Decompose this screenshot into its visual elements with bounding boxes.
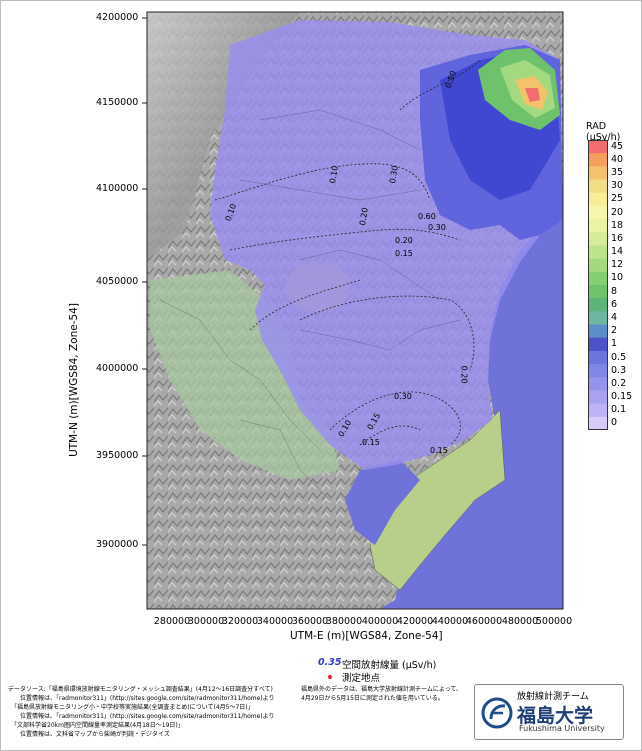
y-tick-label: 4100000 xyxy=(96,183,139,194)
legend-swatch xyxy=(588,179,608,194)
y-tick-label: 3950000 xyxy=(96,450,139,461)
x-tick-label: 500000 xyxy=(535,616,573,627)
legend-level-label: 8 xyxy=(611,285,618,297)
legend-swatch xyxy=(588,324,608,339)
legend-level-label: 14 xyxy=(611,246,624,258)
legend-swatch xyxy=(588,140,608,154)
legend-swatch xyxy=(588,245,608,260)
contour-label: 0.30 xyxy=(394,392,412,401)
x-tick-label: 420000 xyxy=(396,616,434,627)
x-tick-label: 380000 xyxy=(325,616,363,627)
legend-level-label: 1 xyxy=(611,338,618,350)
legend-level-label: 18 xyxy=(611,219,624,231)
contour-label: 0.15 xyxy=(395,249,413,258)
data-source-note: データソース:「福島県環境放射線モニタリング・メッシュ調査結果」(4月12〜16… xyxy=(8,686,275,738)
legend-level-label: 12 xyxy=(611,259,624,271)
university-emblem xyxy=(481,697,513,729)
legend-swatch xyxy=(588,403,608,418)
legend-level-label: 0.1 xyxy=(611,404,627,416)
legend-swatch xyxy=(588,271,608,286)
legend-level-label: 0.3 xyxy=(611,364,627,376)
legend-swatch xyxy=(588,364,608,378)
legend-swatch xyxy=(588,232,608,246)
contour-label: 0.15 xyxy=(362,438,380,447)
legend-swatch xyxy=(588,350,608,365)
measurement-point-marker xyxy=(328,675,332,679)
legend-level-label: 0.5 xyxy=(611,351,627,363)
y-tick-label: 4000000 xyxy=(96,363,139,374)
legend-level-label: 10 xyxy=(611,272,624,284)
legend-level-label: 4 xyxy=(611,311,618,323)
contour-symbol-text: 空間放射線量 (μSv/h) xyxy=(342,660,437,671)
legend-swatch xyxy=(588,311,608,326)
legend-level-label: 0.2 xyxy=(611,377,627,389)
contour-label: 0.20 xyxy=(459,365,469,384)
legend-swatch xyxy=(588,337,608,352)
y-tick-label: 3900000 xyxy=(96,539,139,550)
legend-swatch xyxy=(588,298,608,312)
legend-swatch xyxy=(588,377,608,391)
x-axis-label: UTM-E (m)[WGS84, Zone-54] xyxy=(290,630,443,642)
contour-label: 0.30 xyxy=(428,223,446,232)
legend-level-label: 6 xyxy=(611,298,618,310)
contour-label: 0.20 xyxy=(395,236,413,245)
legend-swatch xyxy=(588,205,608,220)
legend-swatch xyxy=(588,166,608,181)
legend-level-label: 0 xyxy=(611,417,618,429)
legend-swatch xyxy=(588,416,608,430)
y-tick-label: 4150000 xyxy=(96,97,139,108)
y-tick-label: 4200000 xyxy=(96,12,139,23)
legend-swatch xyxy=(588,219,608,233)
outside-fukushima-note: 福島県外のデータは、福島大学放射線計測チームによって、 4月29日から5月15日… xyxy=(301,686,463,702)
y-tick-label: 4050000 xyxy=(96,276,139,287)
x-tick-label: 340000 xyxy=(256,616,294,627)
x-tick-label: 400000 xyxy=(361,616,399,627)
contour-symbol-value: 0.35 xyxy=(318,657,342,668)
legend-swatch xyxy=(588,258,608,273)
legend-level-label: 40 xyxy=(611,153,624,165)
y-axis-label: UTM-N (m)[WGS84, Zone-54] xyxy=(68,303,80,457)
legend-colorbar xyxy=(588,140,608,430)
contour-label: 0.15 xyxy=(430,446,448,455)
measurement-point-text: 測定地点 xyxy=(342,673,381,684)
legend-level-label: 2 xyxy=(611,325,618,337)
legend-level-label: 0.15 xyxy=(611,391,633,403)
legend-swatch xyxy=(588,153,608,167)
legend-swatch xyxy=(588,285,608,299)
fukushima-university-logo: 放射線計測チーム 福島大学 Fukushima University xyxy=(474,684,624,740)
legend-swatch xyxy=(588,390,608,405)
x-tick-label: 320000 xyxy=(221,616,259,627)
legend-level-label: 30 xyxy=(611,180,624,192)
x-tick-label: 460000 xyxy=(465,616,503,627)
legend-level-label: 35 xyxy=(611,166,624,178)
legend-level-label: 16 xyxy=(611,232,624,244)
legend-level-label: 45 xyxy=(611,140,624,152)
contour-label: 0.60 xyxy=(418,212,436,221)
legend-level-label: 20 xyxy=(611,206,624,218)
legend-swatch xyxy=(588,192,608,207)
logo-english: Fukushima University xyxy=(519,724,605,733)
legend-level-label: 25 xyxy=(611,193,624,205)
